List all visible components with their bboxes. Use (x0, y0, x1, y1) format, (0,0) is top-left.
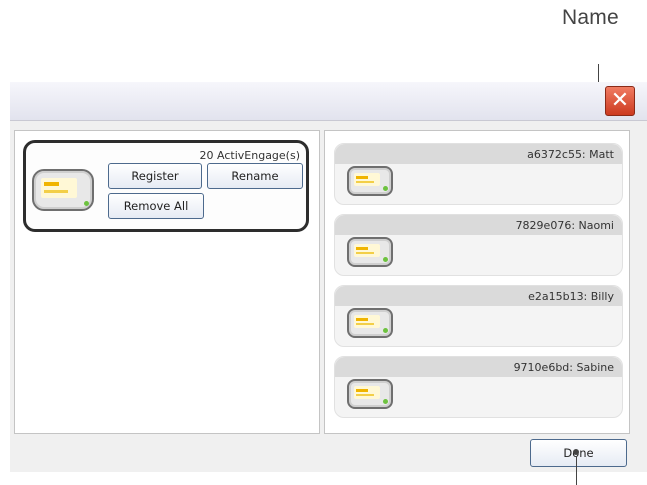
close-icon: ✕ (610, 88, 630, 113)
device-count-label: 20 ActivEngage(s) (199, 149, 300, 162)
group-panel: 20 ActivEngage(s) Register Rename Remove… (14, 130, 320, 434)
done-callout-dot (573, 449, 579, 455)
activengage-device-icon (347, 308, 393, 338)
device-list-item[interactable]: 9710e6bd: Sabine (334, 356, 623, 418)
activengage-dialog: ✕ 20 ActivEngage(s) Register Rename Remo… (10, 82, 647, 472)
device-list-item[interactable]: e2a15b13: Billy (334, 285, 623, 347)
done-callout-line (576, 456, 577, 485)
device-name-label: a6372c55: Matt (527, 148, 614, 161)
close-button[interactable]: ✕ (605, 86, 635, 116)
device-group-card: 20 ActivEngage(s) Register Rename Remove… (23, 140, 309, 232)
device-name-label: 7829e076: Naomi (515, 219, 614, 232)
remove-all-button[interactable]: Remove All (108, 193, 204, 219)
activengage-device-icon (32, 169, 94, 211)
rename-button[interactable]: Rename (207, 163, 303, 189)
register-button[interactable]: Register (108, 163, 202, 189)
dialog-titlebar: ✕ (10, 82, 647, 121)
activengage-device-icon (347, 166, 393, 196)
device-list-item[interactable]: 7829e076: Naomi (334, 214, 623, 276)
name-callout-label: Name (562, 6, 619, 29)
device-list-item[interactable]: a6372c55: Matt (334, 143, 623, 205)
device-name-label: e2a15b13: Billy (528, 290, 614, 303)
device-name-label: 9710e6bd: Sabine (513, 361, 614, 374)
activengage-device-icon (347, 237, 393, 267)
device-list-panel: a6372c55: Matt 7829e076: Naomi e2a15b13:… (324, 130, 630, 434)
activengage-device-icon (347, 379, 393, 409)
